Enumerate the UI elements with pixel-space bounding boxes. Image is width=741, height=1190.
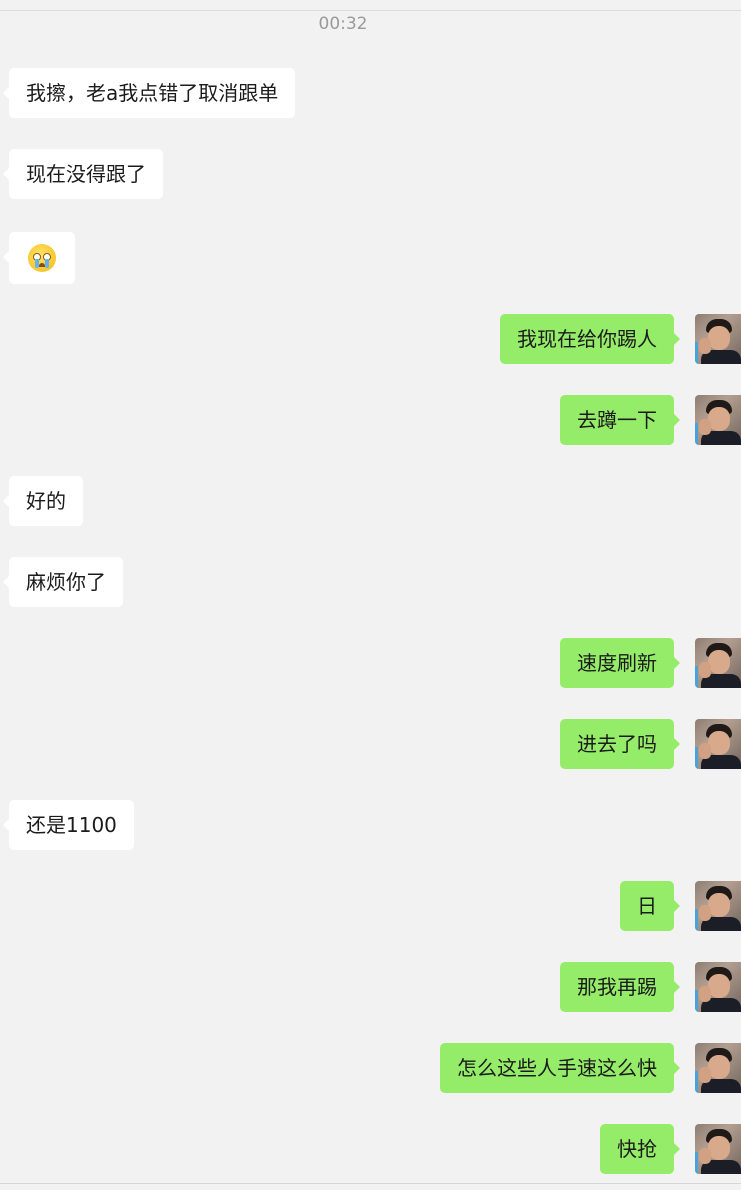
message-row-incoming: 好的 <box>0 476 741 526</box>
incoming-message-bubble[interactable]: 麻烦你了 <box>3 557 123 607</box>
outgoing-message-bubble[interactable]: 我现在给你踢人 <box>500 314 680 364</box>
message-row-outgoing: 进去了吗 <box>0 719 741 769</box>
user-avatar[interactable] <box>695 1043 741 1093</box>
message-row-outgoing: 快抢 <box>0 1124 741 1174</box>
message-row-outgoing: 日 <box>0 881 741 931</box>
message-row-outgoing: 我现在给你踢人 <box>0 314 741 364</box>
outgoing-message-bubble[interactable]: 进去了吗 <box>560 719 680 769</box>
message-row-incoming: 我擦，老a我点错了取消跟单 <box>0 68 741 118</box>
message-row-incoming <box>0 232 741 284</box>
message-row-incoming: 还是1100 <box>0 800 741 850</box>
outgoing-message-bubble[interactable]: 去蹲一下 <box>560 395 680 445</box>
message-row-outgoing: 去蹲一下 <box>0 395 741 445</box>
incoming-message-bubble[interactable]: 好的 <box>3 476 83 526</box>
message-row-outgoing: 那我再踢 <box>0 962 741 1012</box>
incoming-message-bubble[interactable]: 我擦，老a我点错了取消跟单 <box>2 68 296 118</box>
user-avatar[interactable] <box>695 719 741 769</box>
outgoing-message-bubble[interactable]: 快抢 <box>600 1124 680 1174</box>
outgoing-message-bubble[interactable]: 那我再踢 <box>560 962 680 1012</box>
user-avatar[interactable] <box>695 1124 741 1174</box>
incoming-emoji-bubble[interactable] <box>3 232 75 284</box>
incoming-message-bubble[interactable]: 还是1100 <box>3 800 134 850</box>
message-row-incoming: 麻烦你了 <box>0 557 741 607</box>
user-avatar[interactable] <box>695 881 741 931</box>
user-avatar[interactable] <box>695 638 741 688</box>
bottom-divider <box>0 1183 741 1184</box>
incoming-message-bubble[interactable]: 现在没得跟了 <box>3 149 163 199</box>
user-avatar[interactable] <box>695 962 741 1012</box>
message-row-outgoing: 速度刷新 <box>0 638 741 688</box>
outgoing-message-bubble[interactable]: 速度刷新 <box>560 638 680 688</box>
user-avatar[interactable] <box>695 314 741 364</box>
message-timestamp: 00:32 <box>318 14 368 34</box>
message-row-incoming: 现在没得跟了 <box>0 149 741 199</box>
top-divider <box>0 10 741 11</box>
user-avatar[interactable] <box>695 395 741 445</box>
outgoing-message-bubble[interactable]: 怎么这些人手速这么快 <box>440 1043 680 1093</box>
outgoing-message-bubble[interactable]: 日 <box>620 881 680 931</box>
crying-face-emoji-icon <box>28 243 56 272</box>
message-row-outgoing: 怎么这些人手速这么快 <box>0 1043 741 1093</box>
